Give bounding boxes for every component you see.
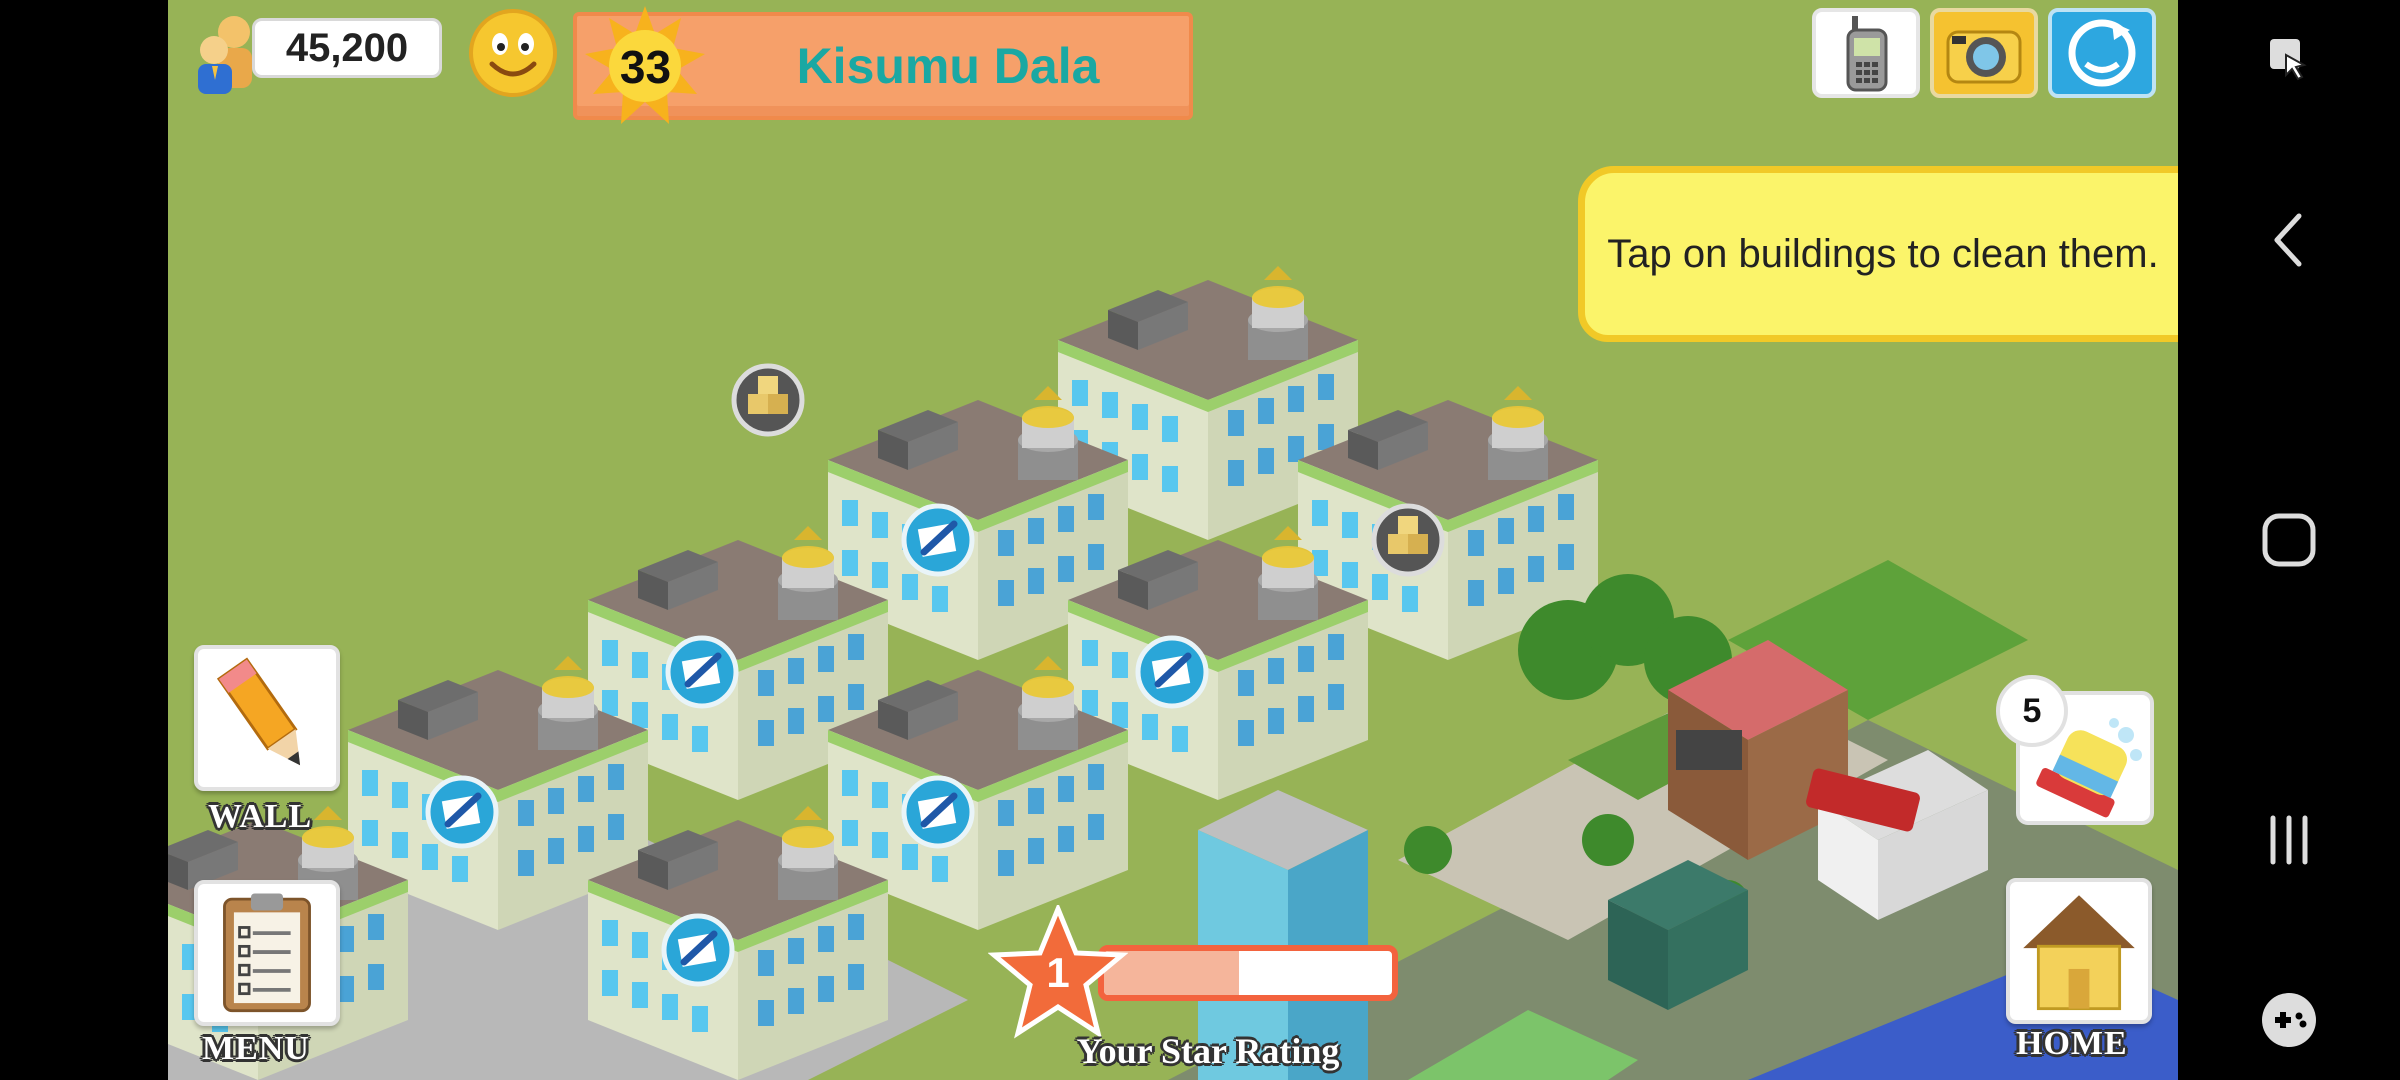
pencil-icon: [216, 657, 301, 766]
phone-icon: [1846, 16, 1888, 92]
city-name: Kisumu Dala: [796, 38, 1100, 94]
happiness-smiley-icon[interactable]: [468, 8, 558, 98]
share-icon: [2068, 19, 2136, 87]
wall-button[interactable]: [194, 645, 340, 791]
menu-button[interactable]: [194, 880, 340, 1026]
tip-text: Tap on buildings to clean them.: [1607, 231, 2159, 276]
game-tools-button[interactable]: [2178, 985, 2400, 1055]
population-counter: 45,200: [182, 10, 472, 100]
star-rating-meter[interactable]: 1 Your Star Rating: [988, 905, 1408, 1080]
camera-icon: [1946, 30, 2022, 84]
population-value: 45,200: [252, 18, 442, 78]
city-level-banner[interactable]: Kisumu Dala 33: [573, 6, 1193, 124]
star-rating-label: Your Star Rating: [1076, 1031, 1340, 1071]
tip-bubble: Tap on buildings to clean them.: [1578, 166, 2178, 342]
home-label: HOME: [2016, 1025, 2128, 1062]
clean-count-badge: 5: [1996, 675, 2068, 747]
population-icon: [198, 16, 252, 94]
recents-button[interactable]: [2178, 800, 2400, 880]
star-rating-track: [1098, 945, 1398, 1001]
phone-button[interactable]: [1812, 8, 1920, 98]
system-navigation-bar: [2178, 0, 2400, 1080]
back-icon: [2274, 213, 2302, 267]
clipboard-icon: [223, 893, 311, 1013]
house-icon: [2023, 895, 2135, 1011]
star-rating-value: 1: [1046, 949, 1070, 996]
recents-icon: [2270, 815, 2308, 865]
clean-tool-button[interactable]: 5: [1996, 675, 2156, 830]
screen-capture-button[interactable]: [2178, 20, 2400, 96]
letterbox-left: [0, 0, 168, 1080]
wall-label: WALL: [208, 798, 313, 835]
camera-button[interactable]: [1930, 8, 2038, 98]
home-system-button[interactable]: [2178, 500, 2400, 580]
level-number: 33: [619, 40, 672, 93]
home-button[interactable]: [2006, 878, 2152, 1024]
home-icon: [2262, 513, 2316, 567]
back-button[interactable]: [2178, 200, 2400, 280]
game-screen[interactable]: 45,200 Kisumu Dala 33 Tap on buildings t…: [168, 0, 2178, 1080]
game-tools-icon: [2262, 993, 2316, 1047]
menu-label: MENU: [202, 1030, 310, 1067]
share-button[interactable]: [2048, 8, 2156, 98]
screen-capture-icon: [2270, 39, 2307, 81]
